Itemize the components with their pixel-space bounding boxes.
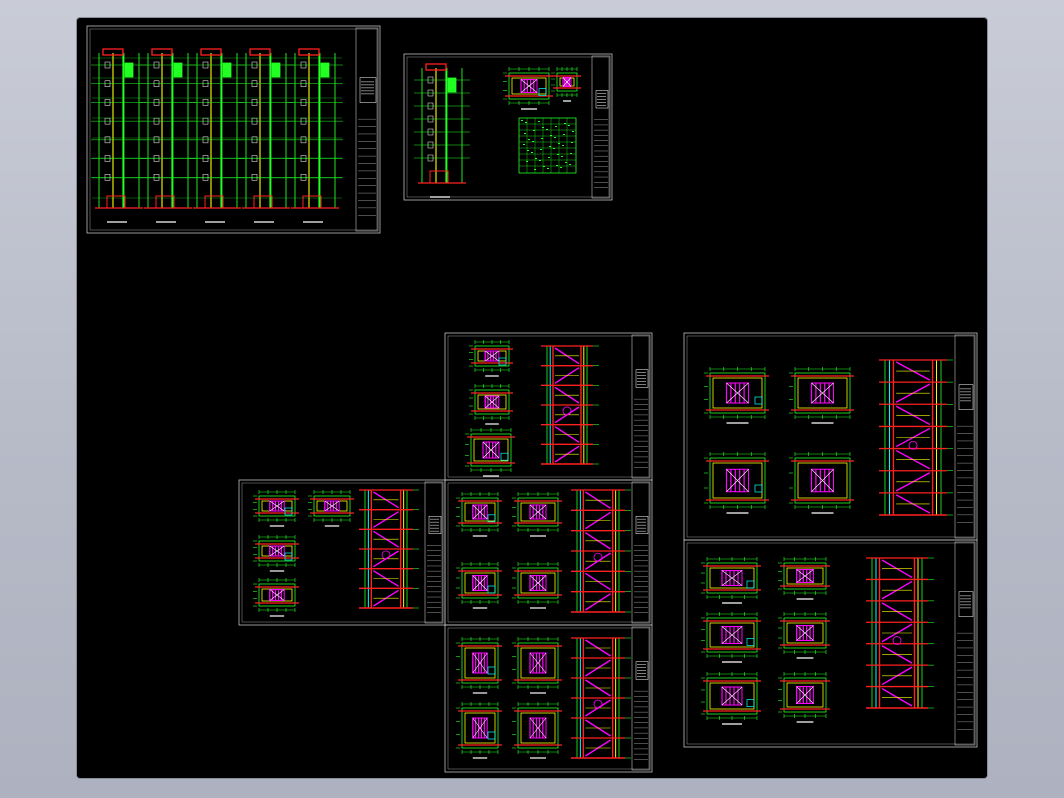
sheet-stair-a[interactable] — [444, 332, 653, 481]
sheet-stair-d[interactable] — [444, 624, 653, 773]
sheet-elevator-detail[interactable] — [403, 53, 613, 201]
cad-drawing-viewport[interactable] — [77, 18, 987, 778]
sheet-stair-c[interactable] — [444, 479, 653, 626]
sheet-stair-e[interactable] — [683, 332, 978, 541]
cad-drawing-canvas[interactable] — [77, 18, 987, 778]
sheet-stair-b[interactable] — [238, 479, 446, 626]
sheet-stair-f[interactable] — [683, 539, 978, 748]
sheet-elevator-sections[interactable] — [86, 25, 381, 234]
